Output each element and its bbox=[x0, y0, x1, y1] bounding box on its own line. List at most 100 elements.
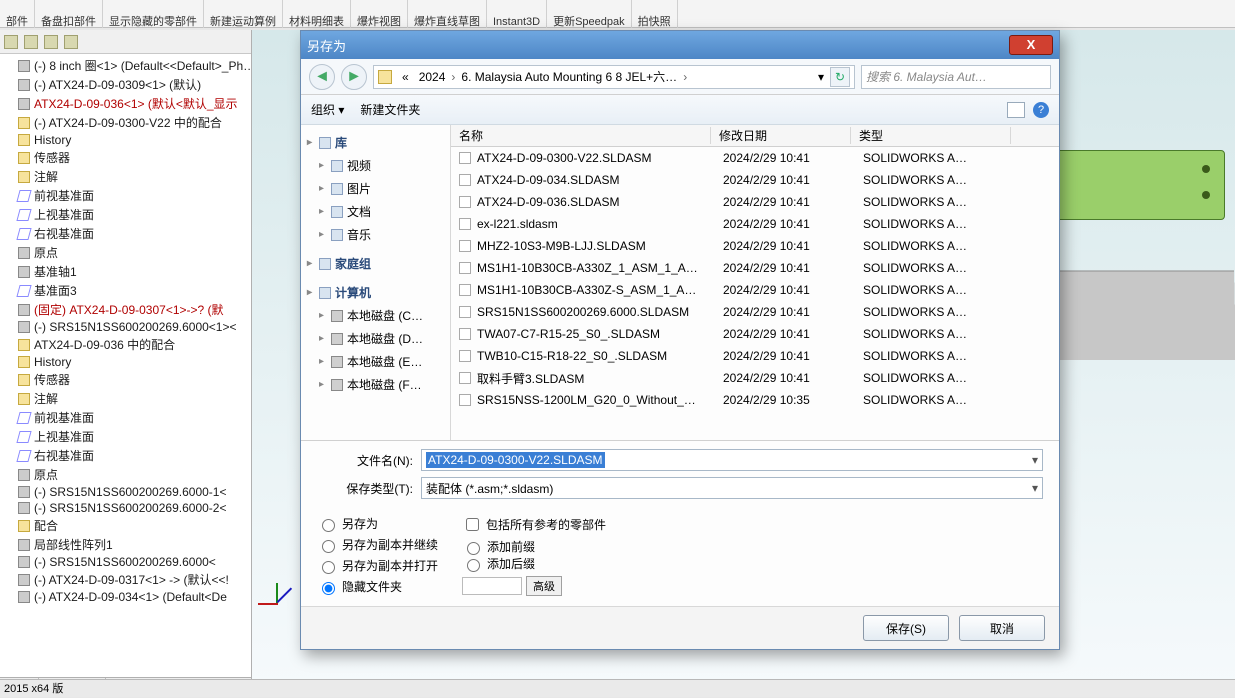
ribbon-item[interactable]: 拍快照 bbox=[632, 0, 678, 28]
file-row[interactable]: ATX24-D-09-034.SLDASM2024/2/29 10:41SOLI… bbox=[451, 169, 1059, 191]
include-refs-input[interactable] bbox=[466, 518, 479, 531]
sidebar-group[interactable]: ▸库 bbox=[305, 131, 446, 154]
sidebar-item[interactable]: ▸图片 bbox=[305, 177, 446, 200]
sidebar-item[interactable]: ▸音乐 bbox=[305, 223, 446, 246]
sidebar-item[interactable]: ▸本地磁盘 (E… bbox=[305, 350, 446, 373]
orientation-triad[interactable] bbox=[256, 581, 302, 627]
col-name[interactable]: 名称 bbox=[451, 127, 711, 144]
file-row[interactable]: SRS15N1SS600200269.6000.SLDASM2024/2/29 … bbox=[451, 301, 1059, 323]
tree-item[interactable]: ATX24-D-09-036<1> (默认<默认_显示 bbox=[4, 94, 251, 113]
sidebar-item[interactable]: ▸本地磁盘 (F… bbox=[305, 373, 446, 396]
file-row[interactable]: MS1H1-10B30CB-A330Z_1_ASM_1_A…2024/2/29 … bbox=[451, 257, 1059, 279]
organize-menu[interactable]: 组织 ▾ bbox=[311, 101, 344, 118]
tree-item[interactable]: 右视基准面 bbox=[4, 446, 251, 465]
feature-tree[interactable]: (-) 8 inch 圈<1> (Default<<Default>_Ph…(-… bbox=[0, 54, 251, 677]
advanced-button[interactable]: 高级 bbox=[526, 576, 562, 596]
tree-item[interactable]: (-) 8 inch 圈<1> (Default<<Default>_Ph… bbox=[4, 56, 251, 75]
sidebar-item[interactable]: ▸文档 bbox=[305, 200, 446, 223]
tree-item[interactable]: 上视基准面 bbox=[4, 427, 251, 446]
tree-item[interactable]: 注解 bbox=[4, 167, 251, 186]
tree-item[interactable]: (-) SRS15N1SS600200269.6000< bbox=[4, 554, 251, 570]
file-row[interactable]: SRS15NSS-1200LM_G20_0_Without_…2024/2/29… bbox=[451, 389, 1059, 411]
tree-item[interactable]: (-) ATX24-D-09-034<1> (Default<De bbox=[4, 589, 251, 605]
forward-button[interactable]: ► bbox=[341, 64, 367, 90]
include-refs-checkbox[interactable]: 包括所有参考的零部件 bbox=[462, 515, 606, 534]
tree-item[interactable]: ATX24-D-09-036 中的配合 bbox=[4, 335, 251, 354]
option-另存为副本并继续[interactable]: 另存为副本并继续 bbox=[317, 536, 438, 553]
tree-item[interactable]: 原点 bbox=[4, 465, 251, 484]
tree-item[interactable]: (固定) ATX24-D-09-0307<1>->? (默 bbox=[4, 300, 251, 319]
ribbon-item[interactable]: 材料明细表 bbox=[283, 0, 351, 28]
ribbon-item[interactable]: 部件 bbox=[0, 0, 35, 28]
file-row[interactable]: 取料手臂3.SLDASM2024/2/29 10:41SOLIDWORKS A… bbox=[451, 367, 1059, 389]
file-row[interactable]: ATX24-D-09-0300-V22.SLDASM2024/2/29 10:4… bbox=[451, 147, 1059, 169]
sidebar-group[interactable]: ▸家庭组 bbox=[305, 252, 446, 275]
option-radio[interactable] bbox=[467, 559, 480, 572]
tree-item[interactable]: History bbox=[4, 354, 251, 370]
view-mode-icon[interactable] bbox=[1007, 102, 1025, 118]
tree-item[interactable]: (-) SRS15N1SS600200269.6000<1>< bbox=[4, 319, 251, 335]
ribbon-item[interactable]: 爆炸直线草图 bbox=[408, 0, 487, 28]
option-radio[interactable] bbox=[322, 561, 335, 574]
option-添加前缀[interactable]: 添加前缀 bbox=[462, 538, 606, 555]
dialog-titlebar[interactable]: 另存为 X bbox=[301, 31, 1059, 59]
file-row[interactable]: ex-l221.sldasm2024/2/29 10:41SOLIDWORKS … bbox=[451, 213, 1059, 235]
tree-toolbar-icon[interactable] bbox=[64, 35, 78, 49]
option-radio[interactable] bbox=[467, 542, 480, 555]
help-icon[interactable]: ? bbox=[1033, 102, 1049, 118]
tree-item[interactable]: 传感器 bbox=[4, 148, 251, 167]
option-radio[interactable] bbox=[322, 582, 335, 595]
dialog-sidebar[interactable]: ▸库▸视频▸图片▸文档▸音乐 ▸家庭组 ▸计算机▸本地磁盘 (C…▸本地磁盘 (D…… bbox=[301, 125, 451, 440]
tree-item[interactable]: 配合 bbox=[4, 516, 251, 535]
tree-item[interactable]: (-) ATX24-D-09-0309<1> (默认) bbox=[4, 75, 251, 94]
tree-toolbar-icon[interactable] bbox=[4, 35, 18, 49]
file-row[interactable]: ATX24-D-09-036.SLDASM2024/2/29 10:41SOLI… bbox=[451, 191, 1059, 213]
option-添加后缀[interactable]: 添加后缀 bbox=[462, 555, 606, 572]
tree-toolbar[interactable] bbox=[0, 30, 251, 54]
option-radio[interactable] bbox=[322, 540, 335, 553]
tree-item[interactable]: (-) SRS15N1SS600200269.6000-2< bbox=[4, 500, 251, 516]
tree-item[interactable]: 前视基准面 bbox=[4, 408, 251, 427]
tree-item[interactable]: 基准轴1 bbox=[4, 262, 251, 281]
tree-item[interactable]: (-) ATX24-D-09-0300-V22 中的配合 bbox=[4, 113, 251, 132]
ribbon-item[interactable]: 新建运动算例 bbox=[204, 0, 283, 28]
tree-toolbar-icon[interactable] bbox=[24, 35, 38, 49]
file-row[interactable]: TWA07-C7-R15-25_S0_.SLDASM2024/2/29 10:4… bbox=[451, 323, 1059, 345]
file-row[interactable]: MHZ2-10S3-M9B-LJJ.SLDASM2024/2/29 10:41S… bbox=[451, 235, 1059, 257]
tree-item[interactable]: 注解 bbox=[4, 389, 251, 408]
save-button[interactable]: 保存(S) bbox=[863, 615, 949, 641]
ribbon-item[interactable]: Instant3D bbox=[487, 0, 547, 28]
option-另存为副本并打开[interactable]: 另存为副本并打开 bbox=[317, 557, 438, 574]
sidebar-item[interactable]: ▸本地磁盘 (C… bbox=[305, 304, 446, 327]
ribbon-item[interactable]: 显示隐藏的零部件 bbox=[103, 0, 204, 28]
file-row[interactable]: TWB10-C15-R18-22_S0_.SLDASM2024/2/29 10:… bbox=[451, 345, 1059, 367]
tree-item[interactable]: 上视基准面 bbox=[4, 205, 251, 224]
sidebar-item[interactable]: ▸本地磁盘 (D… bbox=[305, 327, 446, 350]
breadcrumb-dropdown-icon[interactable]: ▾ bbox=[818, 70, 824, 84]
sidebar-item[interactable]: ▸视频 bbox=[305, 154, 446, 177]
tree-item[interactable]: 基准面3 bbox=[4, 281, 251, 300]
col-date[interactable]: 修改日期 bbox=[711, 127, 851, 144]
option-radio[interactable] bbox=[322, 519, 335, 532]
breadcrumb-seg[interactable]: 2024 bbox=[415, 70, 450, 84]
back-button[interactable]: ◄ bbox=[309, 64, 335, 90]
tree-item[interactable]: 传感器 bbox=[4, 370, 251, 389]
file-list[interactable]: 名称 修改日期 类型 ATX24-D-09-0300-V22.SLDASM202… bbox=[451, 125, 1059, 440]
file-list-header[interactable]: 名称 修改日期 类型 bbox=[451, 125, 1059, 147]
refresh-button[interactable]: ↻ bbox=[830, 67, 850, 87]
ribbon-item[interactable]: 更新Speedpak bbox=[547, 0, 632, 28]
breadcrumb[interactable]: « 2024 › 6. Malaysia Auto Mounting 6 8 J… bbox=[373, 65, 855, 89]
tree-item[interactable]: (-) ATX24-D-09-0317<1> -> (默认<<! bbox=[4, 570, 251, 589]
tree-item[interactable]: History bbox=[4, 132, 251, 148]
file-row[interactable]: MS1H1-10B30CB-A330Z-S_ASM_1_A…2024/2/29 … bbox=[451, 279, 1059, 301]
sidebar-group[interactable]: ▸计算机 bbox=[305, 281, 446, 304]
option-隐藏文件夹[interactable]: 隐藏文件夹 bbox=[317, 578, 438, 595]
tree-item[interactable]: (-) SRS15N1SS600200269.6000-1< bbox=[4, 484, 251, 500]
affix-input[interactable] bbox=[462, 577, 522, 595]
col-type[interactable]: 类型 bbox=[851, 127, 1011, 144]
filetype-select[interactable]: 装配体 (*.asm;*.sldasm) bbox=[421, 477, 1043, 499]
filename-input[interactable]: ATX24-D-09-0300-V22.SLDASM bbox=[421, 449, 1043, 471]
breadcrumb-seg[interactable]: 6. Malaysia Auto Mounting 6 8 JEL+六… bbox=[457, 68, 681, 85]
search-input[interactable]: 搜索 6. Malaysia Aut… bbox=[861, 65, 1051, 89]
tree-item[interactable]: 局部线性阵列1 bbox=[4, 535, 251, 554]
